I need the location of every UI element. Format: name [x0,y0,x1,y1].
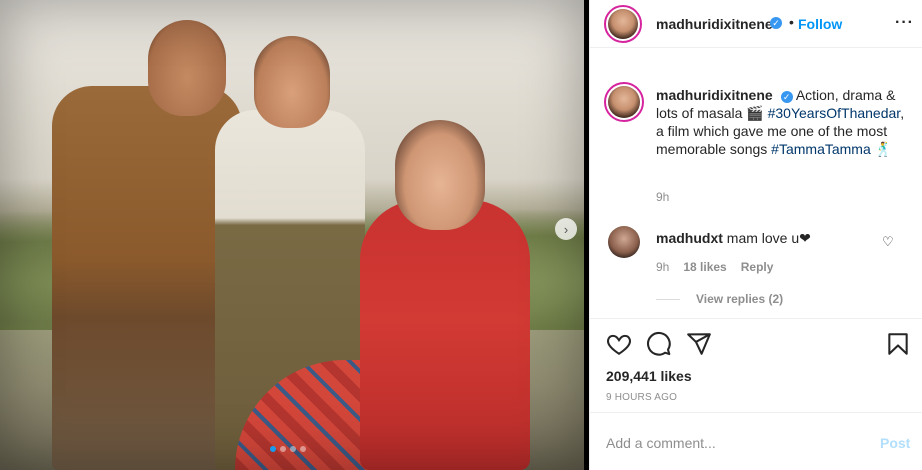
verified-badge-icon: ✓ [770,17,782,29]
bookmark-icon[interactable] [885,331,911,357]
carousel-dot [270,446,276,452]
post-timestamp[interactable]: 9 HOURS AGO [606,392,677,403]
comment-text: mam love u❤ [726,230,811,246]
photo-vignette [0,0,584,470]
add-comment-bar: Post [590,412,922,470]
comment-meta: 9h 18 likes Reply [656,260,773,274]
caption-avatar[interactable] [608,86,640,118]
carousel-next-button[interactable]: › [555,218,577,240]
caption-hashtag[interactable]: #30YearsOfThanedar [768,105,901,121]
post-header: madhuridixitnene ✓ • Follow ··· [590,0,922,48]
carousel-dot [280,446,286,452]
post-caption: madhuridixitnene ✓ Action, drama & lots o… [656,86,906,158]
comment-likes[interactable]: 18 likes [683,260,726,274]
replies-divider [656,298,680,300]
post-actions: 209,441 likes 9 HOURS AGO [590,318,922,412]
verified-badge-icon: ✓ [780,91,793,103]
more-options-icon[interactable]: ··· [895,14,914,32]
comment-icon[interactable] [646,331,672,357]
caption-text: 🕺 [870,141,893,157]
carousel-dots [270,446,306,452]
follow-button[interactable]: Follow [798,16,842,32]
caption-timestamp[interactable]: 9h [656,190,669,204]
comment-heart-icon[interactable]: ♡ [882,234,894,250]
post-photo [0,0,584,470]
comment: madhudxt mam love u❤ [656,229,876,247]
view-replies-button[interactable]: View replies (2) [656,292,783,306]
reply-button[interactable]: Reply [741,260,774,274]
header-bullet: • [789,14,794,30]
post-media[interactable]: › [0,0,589,470]
chevron-right-icon: › [563,221,569,237]
share-icon[interactable] [686,331,712,357]
post-side-panel: madhuridixitnene ✓ • Follow ··· madhurid… [589,0,922,470]
instagram-post: › madhuridixitnene ✓ • Follow ··· madhur… [0,0,922,470]
avatar[interactable] [608,9,638,39]
comment-username[interactable]: madhudxt [656,230,723,246]
carousel-dot [300,446,306,452]
heart-icon[interactable] [606,331,632,357]
comment-avatar[interactable] [608,226,640,258]
comment-timestamp[interactable]: 9h [656,260,669,274]
like-count[interactable]: 209,441 likes [606,368,692,384]
header-username[interactable]: madhuridixitnene [656,16,773,32]
caption-hashtag[interactable]: #TammaTamma [771,141,871,157]
post-comment-button[interactable]: Post [880,435,910,451]
view-replies-label: View replies (2) [696,292,784,306]
add-comment-input[interactable] [606,433,856,453]
carousel-dot [290,446,296,452]
caption-username[interactable]: madhuridixitnene [656,87,773,103]
